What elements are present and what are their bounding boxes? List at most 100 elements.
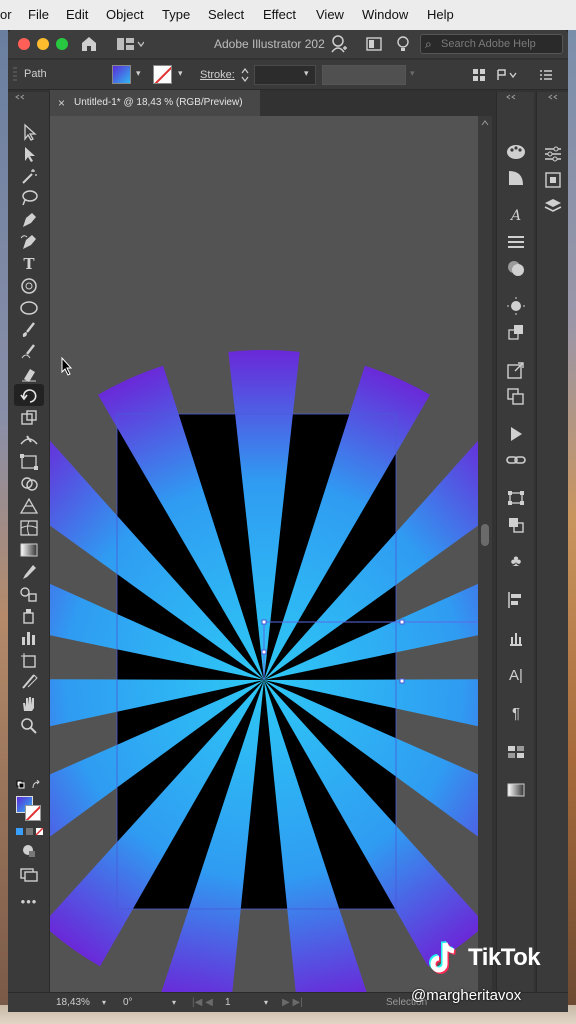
free-transform-tool-icon[interactable] [18,452,40,472]
collapse-panel-icon[interactable] [14,94,26,100]
draw-mode-icon[interactable] [18,840,40,860]
actions-play-icon[interactable] [505,424,527,444]
width-tool-icon[interactable] [18,430,40,450]
rotation-value[interactable]: 0° [123,997,133,1008]
gradient-tool-icon[interactable] [18,540,40,560]
scale-tool-icon[interactable] [18,408,40,428]
menu-type[interactable]: Type [162,7,190,22]
puppet-warp-icon[interactable] [505,628,527,648]
next-artboard-icon[interactable]: ▶ ▶| [282,997,303,1008]
stroke-color-box[interactable] [25,805,41,821]
zoom-window-button[interactable] [56,38,68,50]
artboard-number[interactable]: 1 [225,997,231,1008]
default-colors-icon[interactable] [16,780,42,790]
arrange-documents-icon[interactable] [366,37,382,51]
artboard-dropdown-icon[interactable]: ▾ [264,998,268,1007]
stroke-panel-icon[interactable] [505,232,527,252]
collapse-dock-icon[interactable] [505,94,517,100]
type-tool-icon[interactable]: T [18,254,40,274]
zoom-level[interactable]: 18,43% [56,997,90,1008]
character-panel-icon[interactable]: A| [505,666,527,686]
close-window-button[interactable] [18,38,30,50]
direct-selection-tool-icon[interactable] [18,144,40,164]
close-tab-icon[interactable]: × [58,96,65,110]
menu-object[interactable]: Object [106,7,144,22]
symbol-sprayer-tool-icon[interactable] [18,606,40,626]
mesh-tool-icon[interactable] [18,518,40,538]
menu-app[interactable]: or [0,7,12,22]
lightbulb-icon[interactable] [396,35,410,53]
slice-tool-icon[interactable] [18,672,40,692]
align-grid-icon[interactable] [472,68,486,82]
rotation-dropdown-icon[interactable]: ▾ [172,998,176,1007]
shape-builder-icon[interactable] [18,474,40,494]
screen-mode-icon[interactable] [18,864,40,884]
transform-options-icon[interactable] [496,68,518,82]
color-palette-icon[interactable] [505,142,527,162]
shaper-tool-icon[interactable] [18,342,40,362]
menu-effect[interactable]: Effect [263,7,296,22]
fill-dropdown-icon[interactable]: ▾ [136,68,141,79]
symbols-club-icon[interactable]: ♣ [505,552,527,572]
menu-list-icon[interactable] [540,69,552,81]
hand-tool-icon[interactable] [18,694,40,714]
stroke-color-swatch[interactable] [153,65,172,84]
pathfinder-icon[interactable] [505,514,527,534]
stroke-dropdown-icon[interactable]: ▾ [178,68,183,79]
gradient-panel-icon[interactable] [505,780,527,800]
minimize-window-button[interactable] [37,38,49,50]
graphic-styles-icon[interactable] [505,322,527,342]
stroke-stepper-icon[interactable] [241,67,249,83]
appearance-sun-icon[interactable] [505,296,527,316]
menu-window[interactable]: Window [362,7,408,22]
ellipse-tool-icon[interactable] [18,298,40,318]
transform-panel-icon[interactable] [505,488,527,508]
menu-select[interactable]: Select [208,7,244,22]
align-panel-icon[interactable] [505,590,527,610]
home-icon[interactable] [80,35,98,52]
selection-handle[interactable] [261,649,267,655]
vertical-scrollbar[interactable] [478,116,492,992]
document-tab[interactable]: × Untitled-1* @ 18,43 % (RGB/Preview) [50,90,260,116]
menu-file[interactable]: File [28,7,49,22]
artboard-canvas[interactable] [50,116,478,992]
paragraph-panel-icon[interactable]: ¶ [505,704,527,724]
menu-edit[interactable]: Edit [66,7,88,22]
edit-toolbar-icon[interactable]: ••• [18,892,40,912]
character-styles-icon[interactable]: A [505,206,527,226]
curvature-tool-icon[interactable] [18,232,40,252]
column-graph-tool-icon[interactable] [18,628,40,648]
artboard-tool-icon[interactable] [18,650,40,670]
menu-help[interactable]: Help [427,7,454,22]
stroke-label[interactable]: Stroke: [200,69,235,81]
selection-tool-icon[interactable] [18,122,40,142]
stroke-weight-dropdown-icon[interactable]: ▾ [304,68,309,79]
pen-tool-icon[interactable] [18,210,40,230]
eyedropper-tool-icon[interactable] [18,562,40,582]
search-help-input[interactable]: ⌕ Search Adobe Help [420,34,563,54]
layers-icon[interactable] [542,196,564,216]
zoom-tool-icon[interactable] [18,716,40,736]
eraser-tool-icon[interactable] [18,364,40,384]
first-artboard-icon[interactable]: |◀ ◀ [192,997,213,1008]
lasso-tool-icon[interactable] [18,188,40,208]
perspective-grid-tool-icon[interactable] [18,496,40,516]
share-user-icon[interactable] [330,34,348,54]
libraries-icon[interactable] [542,170,564,190]
variable-width-dropdown-icon[interactable]: ▾ [410,68,415,79]
selection-handle[interactable] [399,678,405,684]
properties-sliders-icon[interactable] [542,144,564,164]
workspace-layout-icon[interactable] [116,37,144,51]
selection-handle[interactable] [399,619,405,625]
variable-width-field[interactable] [322,65,406,85]
color-guide-icon[interactable] [505,168,527,188]
menu-view[interactable]: View [316,7,344,22]
zoom-dropdown-icon[interactable]: ▾ [102,998,106,1007]
rotate-tool-icon[interactable] [18,386,40,406]
magic-wand-tool-icon[interactable] [18,166,40,186]
shape-builder-tool-icon[interactable] [18,276,40,296]
swatches-icon[interactable] [505,742,527,762]
artboards-icon[interactable] [505,386,527,406]
paintbrush-tool-icon[interactable] [18,320,40,340]
scroll-up-icon[interactable] [481,120,489,126]
